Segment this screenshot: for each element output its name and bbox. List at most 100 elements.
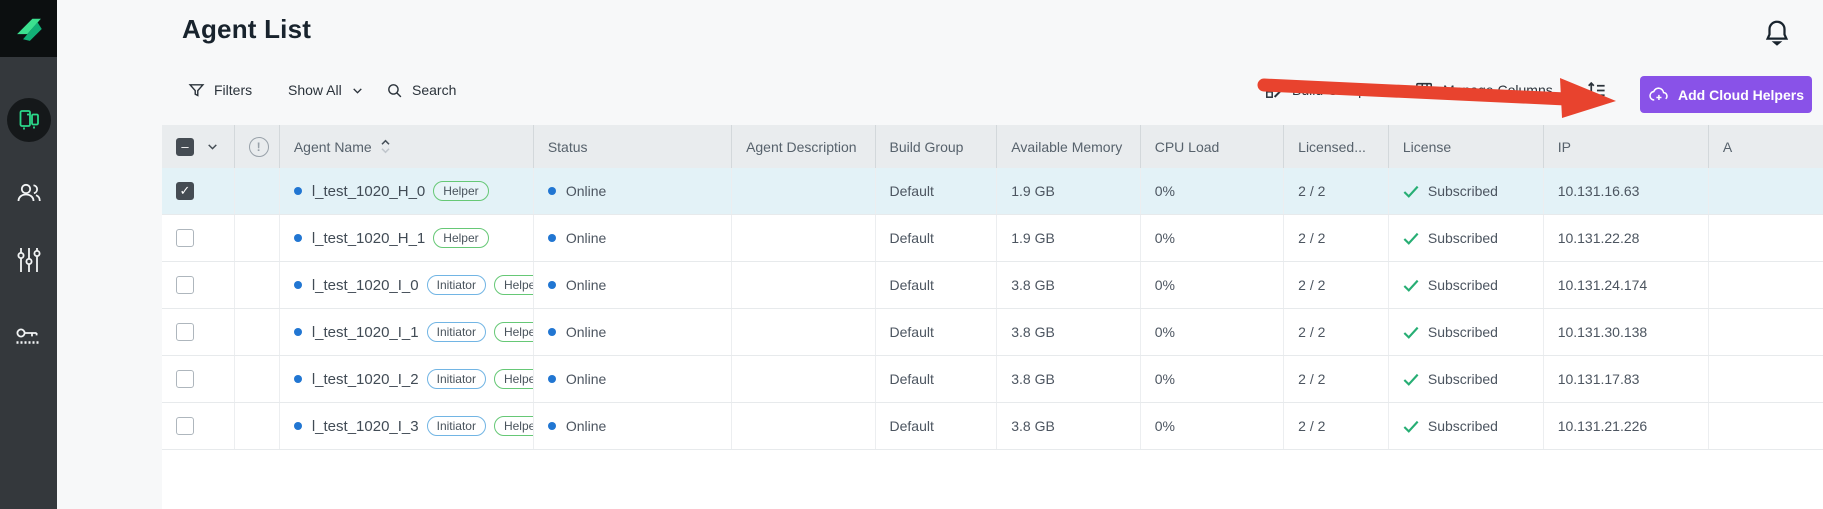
agent-status-dot [294, 187, 302, 195]
column-header-license[interactable]: License [1389, 125, 1544, 168]
ip-cell: 10.131.17.83 [1544, 356, 1709, 402]
column-header-agent-description[interactable]: Agent Description [732, 125, 875, 168]
column-header-ip[interactable]: IP [1544, 125, 1709, 168]
column-header-status[interactable]: Status [534, 125, 732, 168]
agent-name[interactable]: l_test_1020_H_0 [312, 183, 425, 200]
column-header-build-group[interactable]: Build Group [876, 125, 998, 168]
status-text: Online [566, 371, 606, 387]
helper-badge: Helper [433, 181, 488, 201]
search-button[interactable]: Search [386, 72, 456, 108]
build-group-cell: Default [876, 215, 998, 261]
licensed-cell: 2 / 2 [1284, 215, 1389, 261]
selection-menu-chevron-icon[interactable] [206, 140, 219, 153]
agent-name[interactable]: l_test_1020_I_0 [312, 277, 419, 294]
license-text: Subscribed [1428, 371, 1498, 387]
build-group-cell: Default [876, 168, 998, 214]
initiator-badge: Initiator [427, 416, 486, 436]
initiator-badge: Initiator [427, 369, 486, 389]
online-dot [548, 281, 556, 289]
settings-sliders-icon [16, 246, 42, 274]
licensed-cell: 2 / 2 [1284, 309, 1389, 355]
helper-badge: Helper [494, 369, 534, 389]
table-row[interactable]: l_test_1020_H_1 Helper Online Default 1.… [162, 215, 1823, 262]
notifications-bell-icon[interactable] [1762, 18, 1792, 48]
agents-icon [7, 98, 51, 142]
licensed-cell: 2 / 2 [1284, 262, 1389, 308]
agent-description-cell [732, 168, 875, 214]
licensed-cell: 2 / 2 [1284, 168, 1389, 214]
agent-name[interactable]: l_test_1020_I_2 [312, 371, 419, 388]
helper-badge: Helper [494, 275, 534, 295]
subscribed-check-icon [1403, 326, 1419, 339]
status-text: Online [566, 230, 606, 246]
subscribed-check-icon [1403, 279, 1419, 292]
agent-status-dot [294, 422, 302, 430]
ip-cell: 10.131.21.226 [1544, 403, 1709, 449]
helper-badge: Helper [494, 322, 534, 342]
agent-name[interactable]: l_test_1020_I_1 [312, 324, 419, 341]
agent-name[interactable]: l_test_1020_H_1 [312, 230, 425, 247]
column-header-agent-name[interactable]: Agent Name [280, 125, 534, 168]
table-row[interactable]: ✓ l_test_1020_H_0 Helper Online Default … [162, 168, 1823, 215]
build-groups-button[interactable]: Build Groups [1265, 72, 1373, 108]
app-logo[interactable] [0, 0, 57, 57]
filters-button[interactable]: Filters [188, 72, 252, 108]
cpu-cell: 0% [1141, 403, 1284, 449]
add-cloud-helpers-label: Add Cloud Helpers [1678, 87, 1804, 103]
show-all-dropdown[interactable]: Show All [288, 72, 364, 108]
filter-funnel-icon [188, 82, 205, 99]
memory-cell: 3.8 GB [997, 356, 1140, 402]
sort-icon[interactable] [380, 139, 391, 154]
brand-logo-icon [12, 12, 46, 46]
column-header-cpu-load[interactable]: CPU Load [1141, 125, 1284, 168]
add-cloud-helpers-button[interactable]: Add Cloud Helpers [1640, 76, 1812, 113]
table-row[interactable]: l_test_1020_I_2 Initiator Helper Online … [162, 356, 1823, 403]
alerts-column-info-icon[interactable]: ! [249, 137, 269, 157]
table-row[interactable]: l_test_1020_I_3 Initiator Helper Online … [162, 403, 1823, 450]
row-checkbox-checked[interactable]: ✓ [176, 182, 194, 200]
license-text: Subscribed [1428, 418, 1498, 434]
cpu-cell: 0% [1141, 309, 1284, 355]
column-header-licensed[interactable]: Licensed... [1284, 125, 1389, 168]
sidebar-item-users[interactable] [0, 180, 57, 206]
manage-columns-button[interactable]: Manage Columns [1415, 72, 1553, 108]
row-checkbox[interactable] [176, 323, 194, 341]
license-text: Subscribed [1428, 230, 1498, 246]
online-dot [548, 422, 556, 430]
sidebar-item-settings[interactable] [0, 246, 57, 274]
table-row[interactable]: l_test_1020_I_0 Initiator Helper Online … [162, 262, 1823, 309]
license-text: Subscribed [1428, 277, 1498, 293]
table-header-row: – ! Agent Name Status Agent Description … [162, 125, 1823, 168]
licensed-cell: 2 / 2 [1284, 356, 1389, 402]
row-height-button[interactable] [1586, 72, 1607, 108]
sidebar [0, 0, 57, 509]
status-text: Online [566, 418, 606, 434]
cpu-cell: 0% [1141, 356, 1284, 402]
manage-columns-label: Manage Columns [1443, 82, 1553, 98]
agent-status-dot [294, 328, 302, 336]
agent-name[interactable]: l_test_1020_I_3 [312, 418, 419, 435]
row-checkbox[interactable] [176, 229, 194, 247]
column-header-partial[interactable]: A [1709, 125, 1823, 168]
initiator-badge: Initiator [427, 275, 486, 295]
build-group-cell: Default [876, 309, 998, 355]
table-row[interactable]: l_test_1020_I_1 Initiator Helper Online … [162, 309, 1823, 356]
ip-cell: 10.131.30.138 [1544, 309, 1709, 355]
sidebar-item-license[interactable] [0, 326, 57, 352]
sidebar-item-agents[interactable] [0, 98, 57, 142]
row-checkbox[interactable] [176, 417, 194, 435]
license-text: Subscribed [1428, 183, 1498, 199]
select-all-checkbox[interactable]: – [176, 138, 194, 156]
manage-columns-icon [1415, 81, 1434, 99]
build-groups-label: Build Groups [1292, 82, 1373, 98]
license-text: Subscribed [1428, 324, 1498, 340]
agent-description-cell [732, 309, 875, 355]
subscribed-check-icon [1403, 185, 1419, 198]
agent-status-dot [294, 281, 302, 289]
row-checkbox[interactable] [176, 370, 194, 388]
build-groups-icon [1265, 81, 1283, 99]
row-checkbox[interactable] [176, 276, 194, 294]
users-icon [15, 180, 43, 206]
column-header-available-memory[interactable]: Available Memory [997, 125, 1140, 168]
subscribed-check-icon [1403, 420, 1419, 433]
